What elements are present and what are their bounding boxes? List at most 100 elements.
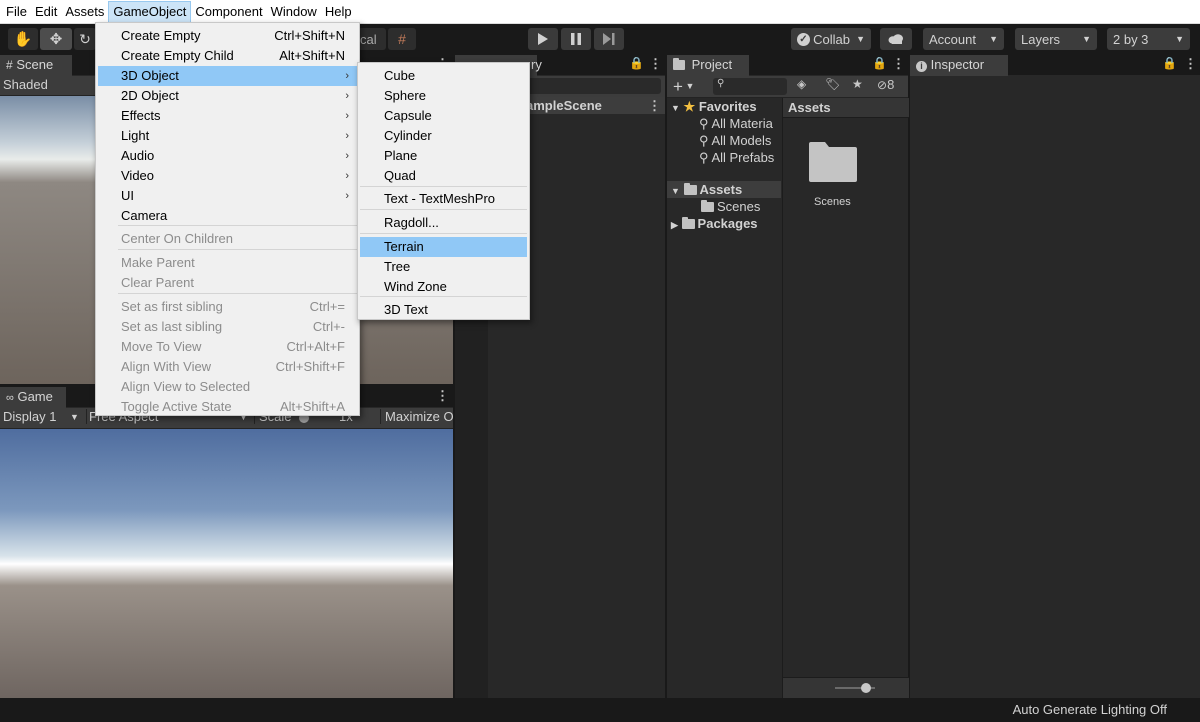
menu-item-light[interactable]: Light › <box>98 126 357 146</box>
pause-button[interactable] <box>561 28 591 50</box>
account-dropdown[interactable]: Account ▼ <box>923 28 1004 50</box>
move-tool-button[interactable]: ✥ <box>40 28 72 50</box>
submenu-item-terrain[interactable]: Terrain <box>360 237 527 257</box>
folder-icon <box>701 200 714 212</box>
menu-item-2d-object[interactable]: 2D Object › <box>98 86 357 106</box>
menu-file[interactable]: File <box>2 1 31 23</box>
menu-item-3d-object[interactable]: 3D Object › <box>98 66 357 86</box>
play-button[interactable] <box>528 28 558 50</box>
display-dropdown[interactable]: Display 1 ▼ <box>3 409 81 424</box>
slider-knob[interactable] <box>861 683 871 693</box>
more-options-icon[interactable]: ⋮ <box>649 56 662 72</box>
layout-dropdown[interactable]: 2 by 3 ▼ <box>1107 28 1190 50</box>
tab-inspector[interactable]: i Inspector <box>910 55 1008 76</box>
chevron-right-icon: › <box>345 150 349 162</box>
breadcrumb-item[interactable]: Assets <box>788 100 831 115</box>
submenu-item-capsule[interactable]: Capsule <box>360 106 527 126</box>
menu-item-audio[interactable]: Audio › <box>98 146 357 166</box>
menu-item-align-view-to-selected[interactable]: Align View to Selected <box>98 377 357 397</box>
menu-item-effects[interactable]: Effects › <box>98 106 357 126</box>
submenu-item-cube[interactable]: Cube <box>360 66 527 86</box>
inspector-tabbar: i Inspector 🔒 ⋮ <box>910 55 1200 76</box>
menu-item-set-as-first-sibling[interactable]: Set as first sibling Ctrl+= <box>98 297 357 317</box>
menu-item-make-parent[interactable]: Make Parent <box>98 253 357 273</box>
menu-item-set-as-last-sibling[interactable]: Set as last sibling Ctrl+- <box>98 317 357 337</box>
tab-project-label: Project <box>691 57 733 72</box>
tab-game-label: Game <box>17 389 53 404</box>
favorites-row[interactable]: ▼ ★ Favorites <box>671 98 757 115</box>
tab-scene[interactable]: # Scene <box>0 55 72 76</box>
menu-item-camera[interactable]: Camera <box>98 206 357 226</box>
menu-item-create-empty-child[interactable]: Create Empty Child Alt+Shift+N <box>98 46 357 66</box>
chevron-right-icon: › <box>345 170 349 182</box>
favorites-star-icon[interactable]: ★ <box>852 77 863 91</box>
menu-edit[interactable]: Edit <box>31 1 61 23</box>
chevron-right-icon: › <box>345 90 349 102</box>
assets-row[interactable]: ▼ Assets <box>667 181 781 198</box>
maximize-on-play-toggle[interactable]: Maximize O <box>380 409 454 424</box>
step-button[interactable] <box>594 28 624 50</box>
submenu-item-tree[interactable]: Tree <box>360 257 527 277</box>
scenes-row[interactable]: Scenes <box>701 198 760 215</box>
packages-row[interactable]: ▶ Packages <box>671 215 758 232</box>
rotate-tool-button[interactable]: ↻ <box>74 28 96 50</box>
chevron-right-icon: › <box>345 190 349 202</box>
cloud-button[interactable] <box>880 28 912 50</box>
lock-icon[interactable]: 🔒 <box>1162 56 1177 70</box>
favorite-item[interactable]: ⚲ All Materia <box>699 115 773 132</box>
collab-dropdown[interactable]: ✓ Collab ▼ <box>791 28 871 50</box>
submenu-item-3d-text[interactable]: 3D Text <box>360 300 527 320</box>
asset-tile-scenes[interactable]: Scenes <box>803 138 889 218</box>
more-options-icon[interactable]: ⋮ <box>648 97 661 114</box>
shading-mode-dropdown[interactable]: Shaded <box>3 77 48 92</box>
search-by-type-icon[interactable]: ◈ <box>797 77 806 91</box>
submenu-item-cylinder[interactable]: Cylinder <box>360 126 527 146</box>
menu-item-toggle-active-state[interactable]: Toggle Active State Alt+Shift+A <box>98 397 357 417</box>
play-icon <box>538 33 548 45</box>
lock-icon[interactable]: 🔒 <box>872 56 887 70</box>
submenu-item-sphere[interactable]: Sphere <box>360 86 527 106</box>
submenu-item-ragdoll[interactable]: Ragdoll... <box>360 213 527 233</box>
layers-dropdown[interactable]: Layers ▼ <box>1015 28 1097 50</box>
submenu-item-plane[interactable]: Plane <box>360 146 527 166</box>
menu-item-create-empty[interactable]: Create Empty Ctrl+Shift+N <box>98 26 357 46</box>
menu-item-clear-parent[interactable]: Clear Parent <box>98 273 357 293</box>
menu-item-move-to-view[interactable]: Move To View Ctrl+Alt+F <box>98 337 357 357</box>
chevron-right-icon: › <box>345 70 349 82</box>
menu-item-shortcut: Alt+Shift+A <box>279 399 345 414</box>
lighting-status[interactable]: Auto Generate Lighting Off <box>1013 702 1167 717</box>
menu-window[interactable]: Window <box>267 1 321 23</box>
tab-game[interactable]: ∞ Game <box>0 387 66 408</box>
more-options-icon[interactable]: ⋮ <box>436 388 449 404</box>
search-by-label-icon[interactable]: 🏷 <box>825 77 840 91</box>
menu-gameobject[interactable]: GameObject <box>108 0 192 23</box>
favorite-item[interactable]: ⚲ All Prefabs <box>699 149 774 166</box>
menu-item-video[interactable]: Video › <box>98 166 357 186</box>
menu-component[interactable]: Component <box>191 1 266 23</box>
create-dropdown[interactable]: + ▼ <box>673 76 694 97</box>
pivot-toggle[interactable]: cal <box>358 28 386 50</box>
submenu-item-wind-zone[interactable]: Wind Zone <box>360 277 527 297</box>
grid-snap-button[interactable]: # <box>388 28 416 50</box>
game-viewport[interactable] <box>0 429 453 699</box>
submenu-item-quad[interactable]: Quad <box>360 166 527 186</box>
menu-item-align-with-view[interactable]: Align With View Ctrl+Shift+F <box>98 357 357 377</box>
inspector-body <box>910 76 1200 698</box>
favorite-item[interactable]: ⚲ All Models <box>699 132 771 149</box>
menu-item-ui[interactable]: UI › <box>98 186 357 206</box>
menu-item-center-on-children[interactable]: Center On Children <box>98 229 357 249</box>
menu-assets[interactable]: Assets <box>61 1 108 23</box>
lock-icon[interactable]: 🔒 <box>629 56 644 70</box>
project-search-input[interactable]: ⚲ <box>713 78 787 95</box>
hierarchy-search-input[interactable] <box>525 78 661 94</box>
expand-arrow-icon: ▼ <box>671 103 680 113</box>
menu-item-label: Clear Parent <box>121 275 194 290</box>
menu-help[interactable]: Help <box>321 1 356 23</box>
hand-tool-button[interactable]: ✋ <box>8 28 38 50</box>
more-options-icon[interactable]: ⋮ <box>892 56 905 72</box>
submenu-item-text-textmeshpro[interactable]: Text - TextMeshPro <box>360 189 527 209</box>
icon-size-slider[interactable] <box>835 683 875 693</box>
tab-project[interactable]: Project <box>667 55 749 76</box>
more-options-icon[interactable]: ⋮ <box>1184 56 1197 72</box>
hidden-packages-toggle[interactable]: ⊘8 <box>877 77 894 92</box>
